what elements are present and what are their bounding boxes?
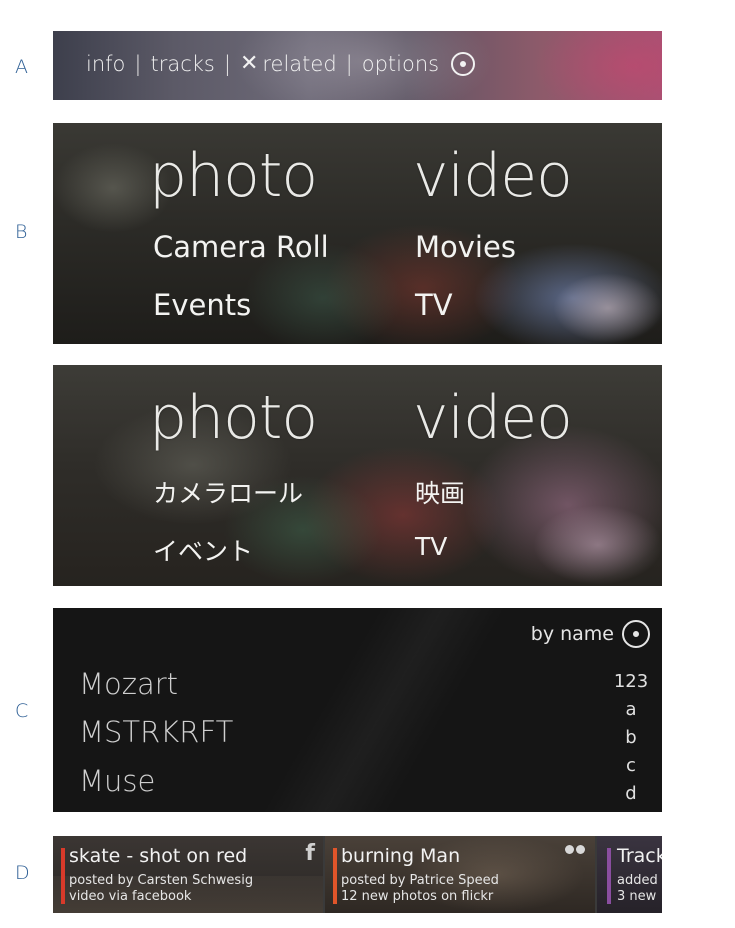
jump-index-item[interactable]: c xyxy=(601,755,661,776)
section-label-a: A xyxy=(15,56,28,78)
smartdj-icon: ✕ xyxy=(239,51,259,76)
hub-title-photo[interactable]: photo xyxy=(149,383,318,453)
artist-item[interactable]: MSTRKRFT xyxy=(79,715,233,749)
menu-separator: | xyxy=(134,51,142,76)
feed-card[interactable]: Track added 3 new xyxy=(597,836,662,913)
menu-item-info[interactable]: info xyxy=(86,52,125,76)
menu-separator: | xyxy=(345,51,353,76)
feed-card[interactable]: burning Man posted by Patrice Speed 12 n… xyxy=(325,836,597,913)
artist-item[interactable]: Mozart xyxy=(79,667,178,701)
hub-title-photo[interactable]: photo xyxy=(149,141,318,211)
hub-item-camera-roll[interactable]: カメラロール xyxy=(153,474,303,510)
card-title: Track xyxy=(617,845,662,867)
hub-item-events[interactable]: Events xyxy=(153,288,251,322)
hub-panel-japanese: photo video カメラロール イベント 映画 TV xyxy=(53,365,662,586)
section-label-b: B xyxy=(15,221,28,243)
menu-item-tracks[interactable]: tracks xyxy=(150,52,214,76)
hub-panel-english: photo video Camera Roll Events Movies TV xyxy=(53,123,662,344)
jump-index-item[interactable]: 123 xyxy=(601,671,661,692)
card-author: posted by Carsten Schwesig xyxy=(69,873,254,888)
jump-index-item[interactable]: d xyxy=(601,783,661,804)
hub-item-events[interactable]: イベント xyxy=(153,532,253,568)
card-source: video via facebook xyxy=(69,889,192,904)
feed-card[interactable]: skate - shot on red posted by Carsten Sc… xyxy=(53,836,325,913)
jump-index-item[interactable]: a xyxy=(601,699,661,720)
card-accent-bar xyxy=(607,848,611,904)
facebook-icon: f xyxy=(305,841,315,866)
card-accent-bar xyxy=(61,848,65,904)
card-title: skate - shot on red xyxy=(69,845,248,867)
pivot-menu: info | tracks | ✕ related | options xyxy=(86,51,476,76)
jump-index-item[interactable]: b xyxy=(601,727,661,748)
hub-item-movies[interactable]: 映画 xyxy=(415,474,465,510)
hub-title-video[interactable]: video xyxy=(413,383,573,453)
menu-item-options[interactable]: options xyxy=(362,52,439,76)
flickr-icon xyxy=(565,845,585,854)
options-circle-icon[interactable] xyxy=(451,51,476,76)
hub-title-video[interactable]: video xyxy=(413,141,573,211)
sort-circle-icon[interactable] xyxy=(622,620,650,648)
card-accent-bar xyxy=(333,848,337,904)
hub-item-movies[interactable]: Movies xyxy=(415,230,516,264)
social-feed-panel: skate - shot on red posted by Carsten Sc… xyxy=(53,836,662,913)
hub-item-tv[interactable]: TV xyxy=(415,288,453,322)
section-label-d: D xyxy=(15,862,30,884)
card-author: added xyxy=(617,873,658,888)
menu-separator: | xyxy=(223,51,231,76)
artist-item[interactable]: Muse xyxy=(79,764,155,798)
section-label-c: C xyxy=(15,700,29,722)
sort-label: by name xyxy=(530,623,614,645)
card-source: 12 new photos on flickr xyxy=(341,889,494,904)
hub-item-tv[interactable]: TV xyxy=(415,532,447,561)
artist-list-panel: by name Mozart MSTRKRFT Muse 123 a b c d xyxy=(53,608,662,812)
sort-selector[interactable]: by name xyxy=(531,620,650,648)
pivot-menu-panel: info | tracks | ✕ related | options xyxy=(53,31,662,100)
card-title: burning Man xyxy=(341,845,461,867)
hub-item-camera-roll[interactable]: Camera Roll xyxy=(153,230,329,264)
menu-item-related[interactable]: related xyxy=(262,52,336,76)
card-source: 3 new xyxy=(617,889,657,904)
card-author: posted by Patrice Speed xyxy=(341,873,499,888)
